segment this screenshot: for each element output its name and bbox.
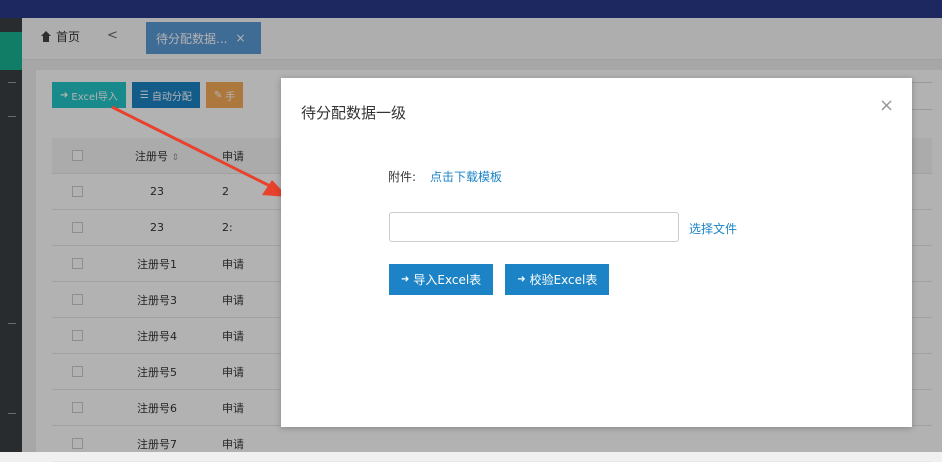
sign-in-icon: ➜ [401, 274, 410, 285]
annotation-arrow-shaft [111, 105, 279, 192]
dialog-actions: ➜ 导入Excel表 ➜ 校验Excel表 [389, 264, 610, 295]
validate-excel-label: 校验Excel表 [529, 273, 598, 287]
validate-excel-button[interactable]: ➜ 校验Excel表 [505, 264, 610, 295]
file-path-input[interactable] [389, 212, 679, 242]
attachment-label: 附件: [388, 170, 417, 184]
dialog-title: 待分配数据一级 [301, 104, 407, 122]
import-excel-button[interactable]: ➜ 导入Excel表 [389, 264, 494, 295]
import-excel-label: 导入Excel表 [413, 273, 482, 287]
sign-in-icon: ➜ [517, 274, 526, 285]
close-icon[interactable]: × [879, 96, 894, 116]
download-template-link[interactable]: 点击下载模板 [430, 168, 502, 185]
choose-file-link[interactable]: 选择文件 [689, 220, 737, 237]
import-dialog: 待分配数据一级 × 附件: 点击下载模板 选择文件 ➜ 导入Excel表 ➜ 校… [281, 78, 912, 427]
attachment-row: 附件: 点击下载模板 [388, 168, 502, 185]
